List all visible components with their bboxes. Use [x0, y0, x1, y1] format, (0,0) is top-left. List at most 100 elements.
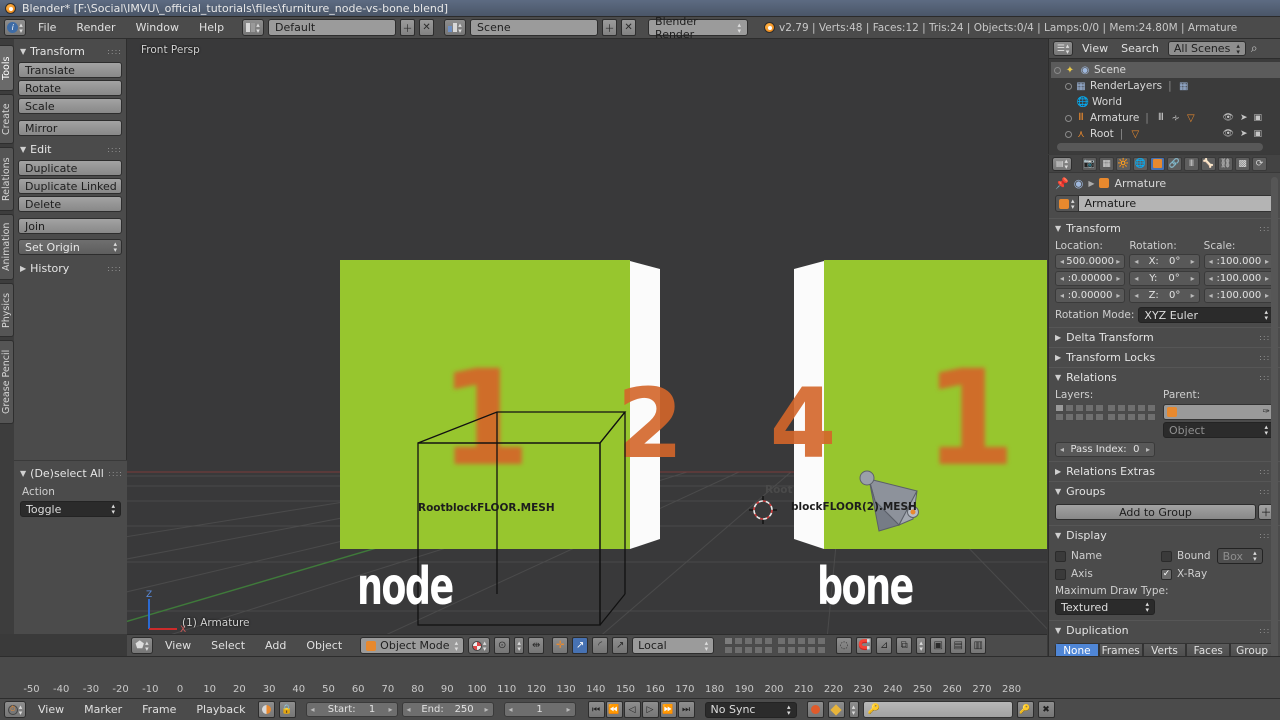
layer-cell[interactable] — [1107, 404, 1116, 412]
3d-viewport[interactable]: 1 2 4 1 Z X Front Persp (1) Armature Roo… — [127, 39, 1047, 634]
play-button[interactable]: ▷ — [641, 701, 659, 718]
viewport-shading-dropdown[interactable]: ▴ ▾ — [468, 637, 491, 654]
bound-checkbox[interactable] — [1161, 550, 1172, 562]
outliner-menu-search[interactable]: Search — [1117, 41, 1163, 56]
delta-transform-section-header[interactable]: ▶ Delta Transform :::: — [1049, 327, 1280, 347]
jump-to-end-button[interactable]: ⏭ — [677, 701, 695, 718]
camera-icon[interactable]: ▣ — [1253, 129, 1262, 139]
tab-physics[interactable]: Physics — [0, 283, 14, 337]
active-keying-set-field[interactable]: 🔑 — [862, 701, 1013, 718]
outliner-horizontal-scrollbar[interactable] — [1057, 143, 1263, 151]
layer-cell[interactable] — [1065, 404, 1074, 412]
tab-tools[interactable]: Tools — [0, 45, 14, 91]
layer-cell[interactable] — [1095, 404, 1104, 412]
editor-type-info-button[interactable]: i ▴ ▾ — [4, 19, 26, 36]
layer-cell[interactable] — [1117, 404, 1126, 412]
layer-cell[interactable] — [724, 646, 734, 654]
operator-header[interactable]: ▼ (De)select All :::: — [20, 467, 123, 480]
transform-orientation-dropdown[interactable]: Local ▴ ▾ — [632, 637, 715, 654]
tab-object-data[interactable]: 𝍫 — [1184, 156, 1199, 171]
eye-icon[interactable]: 👁 — [1223, 113, 1234, 123]
groups-section-header[interactable]: ▼ Groups :::: — [1049, 481, 1280, 501]
layer-cell[interactable] — [817, 646, 827, 654]
decrement-arrow-icon[interactable]: ◂ — [311, 705, 315, 714]
decrement-arrow-icon[interactable]: ◂ — [1060, 274, 1064, 283]
layer-cell[interactable] — [1147, 413, 1156, 421]
decrement-arrow-icon[interactable]: ◂ — [1134, 274, 1138, 283]
editor-type-timeline-button[interactable]: ⏱ ▴ ▾ — [4, 701, 26, 718]
next-keyframe-button[interactable]: ⏩ — [659, 701, 677, 718]
viewport-menu-select[interactable]: Select — [203, 637, 253, 654]
layer-cell[interactable] — [807, 646, 817, 654]
display-section-header[interactable]: ▼ Display :::: — [1049, 525, 1280, 545]
manipulator-rotate-button[interactable]: ◜ — [592, 637, 609, 654]
outliner-item-armature[interactable]: 𝍫 Armature | 𝍫 ∻ ▽ 👁 ➤ ▣ — [1051, 110, 1280, 126]
scene-layers-group-2[interactable] — [777, 637, 827, 654]
object-layers-group-2[interactable] — [1107, 404, 1156, 421]
rotation-x-field[interactable]: ◂ X: 0° ▸ — [1129, 254, 1200, 269]
camera-icon[interactable]: ▣ — [1253, 113, 1262, 123]
render-final-button[interactable]: ▥ — [970, 637, 987, 654]
tab-relations[interactable]: Relations — [0, 147, 14, 211]
timeline-menu-playback[interactable]: Playback — [188, 701, 253, 718]
interaction-mode-dropdown[interactable]: Object Mode ▴ ▾ — [360, 637, 465, 654]
tab-object[interactable] — [1150, 156, 1165, 171]
expand-toggle-icon[interactable] — [1065, 82, 1072, 90]
layer-cell[interactable] — [1127, 413, 1136, 421]
axis-checkbox[interactable] — [1055, 568, 1066, 580]
editor-type-3dview-button[interactable]: ⬟ ▴ ▾ — [131, 637, 153, 654]
layer-cell[interactable] — [1127, 404, 1136, 412]
cursor-arrow-icon[interactable]: ➤ — [1240, 129, 1248, 139]
axis-checkbox-row[interactable]: Axis — [1055, 568, 1155, 580]
layer-cell[interactable] — [1075, 413, 1084, 421]
render-chevron[interactable]: ▴ ▾ — [916, 637, 927, 654]
scale-z-field[interactable]: ◂ :100.000 ▸ — [1203, 288, 1274, 303]
increment-arrow-icon[interactable]: ▸ — [1191, 257, 1195, 266]
delete-button[interactable]: Delete — [18, 196, 122, 212]
layer-cell[interactable] — [744, 637, 754, 645]
add-to-group-button[interactable]: Add to Group — [1055, 504, 1256, 520]
rotate-button[interactable]: Rotate — [18, 80, 122, 96]
rotation-z-field[interactable]: ◂ Z: 0° ▸ — [1129, 288, 1200, 303]
increment-arrow-icon[interactable]: ▸ — [1146, 445, 1150, 454]
increment-arrow-icon[interactable]: ▸ — [1116, 291, 1120, 300]
layer-cell[interactable] — [1075, 404, 1084, 412]
object-layers-group-1[interactable] — [1055, 404, 1104, 421]
parent-type-dropdown[interactable]: Object ▴ ▾ — [1163, 422, 1274, 438]
keying-set-icon-button[interactable] — [827, 701, 845, 718]
layer-cell[interactable] — [797, 637, 807, 645]
increment-arrow-icon[interactable]: ▸ — [1265, 257, 1269, 266]
timeline-menu-marker[interactable]: Marker — [76, 701, 130, 718]
layer-cell[interactable] — [1085, 404, 1094, 412]
auto-keyframe-button[interactable] — [806, 701, 824, 718]
viewport-render-button[interactable]: ▣ — [930, 637, 947, 654]
layer-cell[interactable] — [1137, 404, 1146, 412]
end-frame-field[interactable]: ◂ End: 250 ▸ — [401, 702, 494, 717]
menu-file[interactable]: File — [30, 19, 64, 36]
viewport-menu-add[interactable]: Add — [257, 637, 294, 654]
increment-arrow-icon[interactable]: ▸ — [484, 705, 488, 714]
decrement-arrow-icon[interactable]: ◂ — [1209, 291, 1213, 300]
use-preview-range-button[interactable] — [257, 701, 275, 718]
increment-arrow-icon[interactable]: ▸ — [388, 705, 392, 714]
render-preview-button[interactable]: ▤ — [950, 637, 967, 654]
tab-bone-constraints[interactable]: ⛓ — [1218, 156, 1233, 171]
increment-arrow-icon[interactable]: ▸ — [1265, 274, 1269, 283]
scene-field[interactable]: Scene — [470, 19, 599, 36]
decrement-arrow-icon[interactable]: ◂ — [1060, 291, 1064, 300]
decrement-arrow-icon[interactable]: ◂ — [1134, 257, 1138, 266]
layer-cell[interactable] — [817, 637, 827, 645]
timeline-ruler[interactable] — [0, 656, 1280, 698]
layer-cell[interactable] — [1117, 413, 1126, 421]
expand-toggle-icon[interactable] — [1054, 66, 1061, 74]
menu-window[interactable]: Window — [128, 19, 187, 36]
play-reverse-button[interactable]: ◁ — [623, 701, 641, 718]
layer-cell[interactable] — [764, 637, 774, 645]
layer-cell[interactable] — [764, 646, 774, 654]
increment-arrow-icon[interactable]: ▸ — [567, 705, 571, 714]
viewport-menu-view[interactable]: View — [157, 637, 199, 654]
xray-checkbox[interactable]: ✓ — [1161, 568, 1172, 580]
expand-toggle-icon[interactable] — [1065, 114, 1072, 122]
transform-locks-section-header[interactable]: ▶ Transform Locks :::: — [1049, 347, 1280, 367]
bound-type-dropdown[interactable]: Box ▴ ▾ — [1216, 548, 1263, 564]
